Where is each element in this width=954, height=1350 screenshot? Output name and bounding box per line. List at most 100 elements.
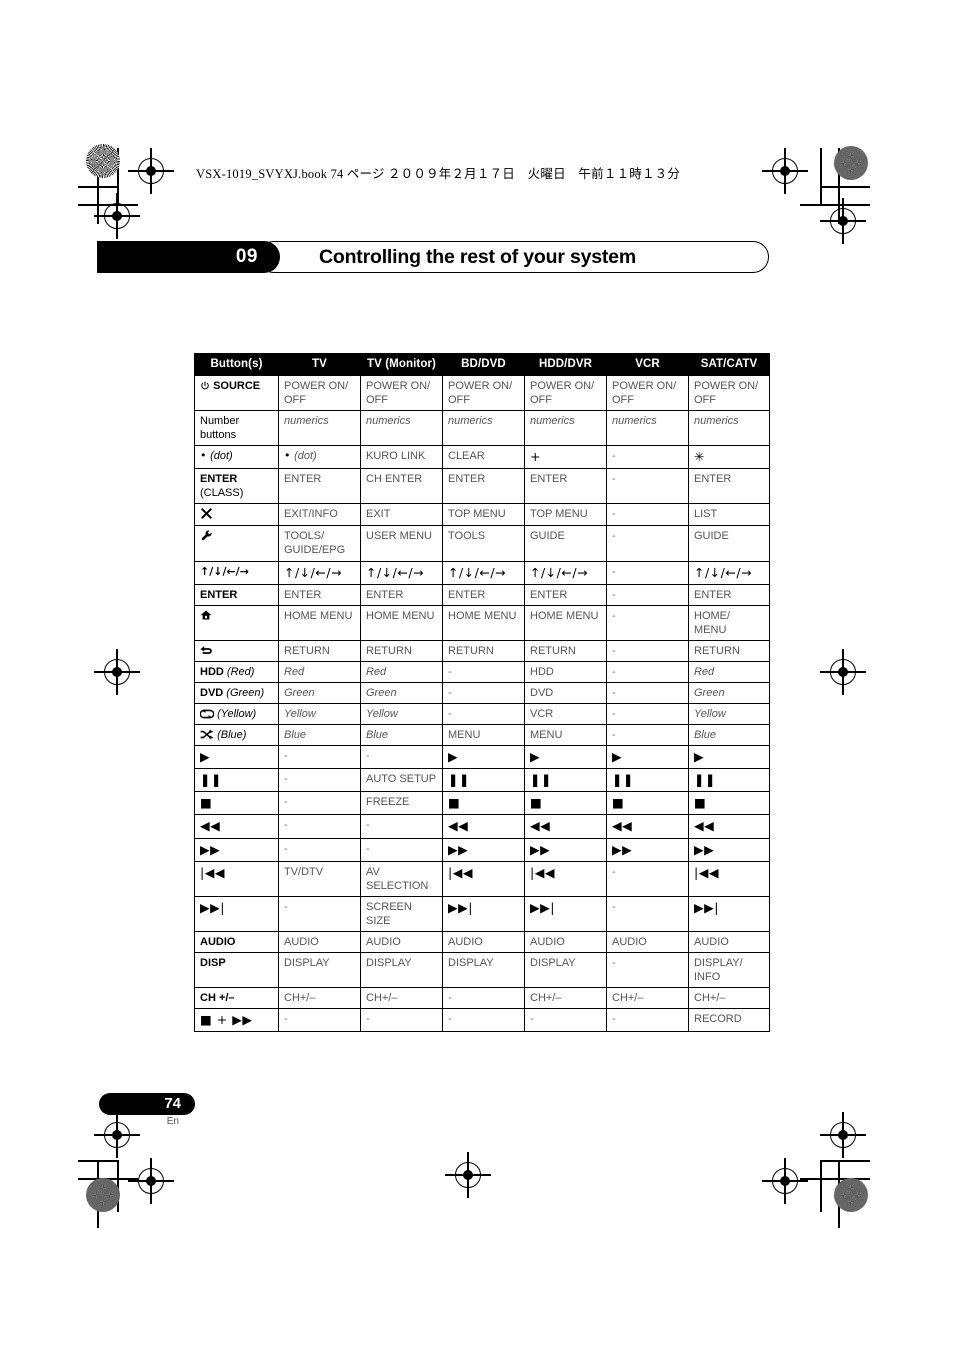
function-cell: RETURN [524, 639, 607, 662]
cell-value: ↑/↓/←/→ [284, 564, 343, 580]
cell-value: EXIT [366, 508, 391, 521]
function-cell: • (dot) [278, 445, 361, 470]
close-x-icon [201, 508, 212, 519]
cell-value: MENU [448, 729, 481, 742]
function-cell: ↑/↓/←/→ [524, 560, 607, 585]
function-cell: ◀◀ [688, 814, 770, 839]
cell-value: ENTER [694, 588, 732, 601]
button-label: • [200, 449, 207, 463]
cell-value: AV SELECTION [366, 865, 429, 892]
function-cell: - [360, 1008, 443, 1033]
function-cell: |◀◀ [688, 860, 770, 897]
empty-value: - [448, 686, 452, 699]
cell-value: ◀◀ [530, 818, 551, 834]
cell-value: POWER ON/OFF [448, 379, 513, 406]
function-cell: Green [360, 681, 443, 705]
function-cell: ❚❚ [688, 768, 770, 793]
function-cell: AUTO SETUP [360, 768, 443, 793]
function-cell: ▶▶ [442, 837, 525, 862]
function-cell: - [606, 639, 689, 662]
function-cell: Blue [688, 724, 770, 747]
registration-mark [94, 193, 140, 239]
cell-value: ENTER [530, 473, 568, 486]
cell-value: CH+/– [694, 992, 726, 1005]
cell-value: ◀◀ [694, 818, 715, 834]
function-cell: CLEAR [442, 445, 525, 470]
crop-mark-line [78, 1160, 118, 1162]
button-name-cell: AUDIO [194, 930, 279, 953]
cell-value: • [284, 449, 291, 463]
cell-value: ENTER [366, 588, 404, 601]
button-name-cell [194, 604, 279, 641]
function-cell: ■ [442, 791, 525, 816]
function-cell: - [278, 745, 361, 770]
function-cell: Blue [360, 724, 443, 747]
cell-value: DISPLAY [284, 956, 330, 969]
function-cell: Yellow [278, 703, 361, 726]
function-cell: - [606, 468, 689, 505]
cell-value: |◀◀ [448, 864, 473, 880]
function-cell: ▶▶ [688, 837, 770, 862]
function-cell: ↑/↓/←/→ [688, 560, 770, 585]
function-cell: TOP MENU [442, 503, 525, 527]
table-row: ENTER (CLASS) ENTER CH ENTER ENTER ENTER - ENTE… [194, 468, 770, 505]
cell-value: TOP MENU [530, 508, 588, 521]
function-cell: - [442, 681, 525, 705]
function-cell: - [278, 768, 361, 793]
button-name-cell: ENTER (CLASS) [194, 468, 279, 505]
cell-value: AUDIO [612, 935, 647, 948]
registration-mark [445, 1152, 491, 1198]
empty-value: - [366, 750, 370, 763]
cell-value: HOME MENU [366, 609, 435, 622]
column-header-bd-dvd: BD/DVD [442, 353, 525, 376]
cell-value: HOME MENU [284, 609, 353, 622]
cell-value: TV/DTV [284, 865, 324, 878]
table-row: ❚❚ - AUTO SETUP ❚❚ ❚❚ ❚❚ ❚❚ [194, 768, 770, 793]
button-name-cell [194, 503, 279, 527]
function-cell: RECORD [688, 1008, 770, 1033]
function-cell: numerics [442, 409, 525, 447]
function-cell: ▶▶| [688, 895, 770, 932]
function-cell: numerics [688, 409, 770, 447]
return-arrow-icon [200, 645, 212, 654]
cell-value: RETURN [448, 644, 494, 657]
function-cell: numerics [524, 409, 607, 447]
table-row: HOME MENU HOME MENU HOME MENU HOME MENU - HOM… [194, 604, 770, 641]
function-cell: ↑/↓/←/→ [278, 560, 361, 585]
empty-value: - [448, 708, 452, 721]
cell-value: POWER ON/OFF [366, 379, 431, 406]
empty-value: - [284, 1013, 288, 1026]
cell-value: AUDIO [694, 935, 729, 948]
cell-value: HOME MENU [448, 609, 517, 622]
empty-value: - [612, 708, 616, 721]
crop-mark-line [800, 1178, 870, 1180]
function-cell: TOOLS [442, 525, 525, 562]
cell-value: MENU [530, 729, 563, 742]
cell-value: LIST [694, 508, 718, 521]
empty-value: - [284, 819, 288, 832]
function-cell: RETURN [442, 639, 525, 662]
button-label-note: (Green) [226, 686, 265, 699]
function-cell: - [442, 1008, 525, 1033]
cell-value: ✳ [694, 449, 705, 465]
function-cell: + [524, 445, 607, 470]
cell-value: ▶▶ [612, 841, 633, 857]
function-cell: POWER ON/OFF [688, 374, 770, 411]
empty-value: - [284, 900, 288, 913]
cell-value: SCREEN SIZE [366, 900, 412, 927]
function-cell: EXIT [360, 503, 443, 527]
cell-value: VCR [530, 708, 554, 721]
function-cell: - [278, 837, 361, 862]
empty-value: - [612, 450, 616, 463]
button-name-cell: (Yellow) [194, 703, 279, 726]
button-label: AUDIO [200, 935, 236, 948]
function-cell: ENTER [442, 583, 525, 606]
function-cell: ENTER [442, 468, 525, 505]
cell-value: Yellow [284, 708, 316, 721]
function-cell: RETURN [688, 639, 770, 662]
button-label: SOURCE [213, 379, 261, 392]
function-cell: EXIT/INFO [278, 503, 361, 527]
function-cell: CH+/– [278, 987, 361, 1010]
function-cell: - [606, 703, 689, 726]
cell-value: ▶▶| [694, 899, 719, 915]
